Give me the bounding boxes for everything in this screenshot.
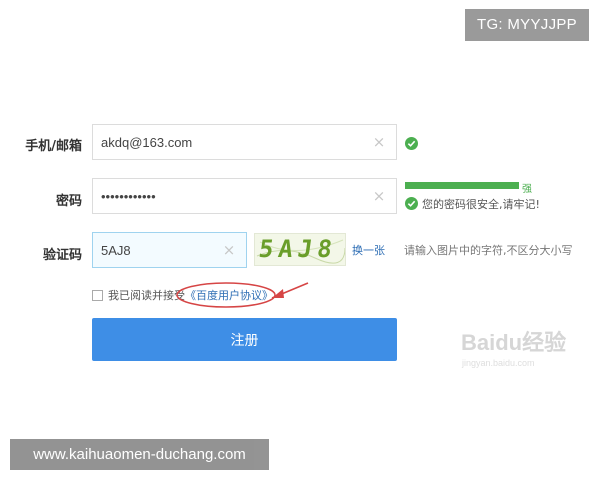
overlay-tag: TG: MYYJJPP: [465, 9, 589, 41]
agreement-checkbox[interactable]: [92, 290, 103, 301]
captcha-field-wrapper: ×: [92, 232, 247, 268]
password-hint: 您的密码很安全,请牢记!: [422, 198, 540, 211]
password-valid-icon: [405, 197, 418, 210]
site-banner: www.kaihuaomen-duchang.com: [10, 439, 269, 470]
watermark-logo: Baidu经验: [461, 330, 567, 355]
password-input[interactable]: [93, 179, 396, 213]
captcha-refresh-link[interactable]: 换一张: [352, 242, 385, 258]
account-input[interactable]: [93, 125, 396, 159]
password-clear-icon[interactable]: ×: [371, 188, 387, 204]
register-button[interactable]: 注册: [92, 318, 397, 361]
agreement-text: 我已阅读并接受《百度用户协议》: [108, 287, 273, 303]
annotation-arrow: [271, 282, 309, 299]
captcha-image[interactable]: 5AJ8: [254, 233, 346, 266]
account-field-wrapper: ×: [92, 124, 397, 160]
account-label: 手机/邮箱: [25, 139, 82, 154]
captcha-label: 验证码: [42, 248, 82, 263]
agreement-prefix: 我已阅读并接受: [108, 289, 185, 302]
captcha-image-text: 5AJ8: [257, 235, 339, 263]
password-label: 密码: [55, 194, 82, 209]
captcha-clear-icon[interactable]: ×: [221, 242, 237, 258]
account-valid-icon: [405, 137, 418, 150]
password-strength-label: 强: [522, 184, 532, 195]
captcha-hint: 请输入图片中的字符,不区分大小写: [404, 244, 573, 257]
agreement-link[interactable]: 《百度用户协议》: [185, 289, 273, 302]
annotation-arrowhead: [272, 289, 284, 298]
watermark-subtext: jingyan.baidu.com: [462, 358, 535, 368]
password-field-wrapper: ×: [92, 178, 397, 214]
password-strength-bar: [405, 182, 519, 189]
account-clear-icon[interactable]: ×: [371, 134, 387, 150]
